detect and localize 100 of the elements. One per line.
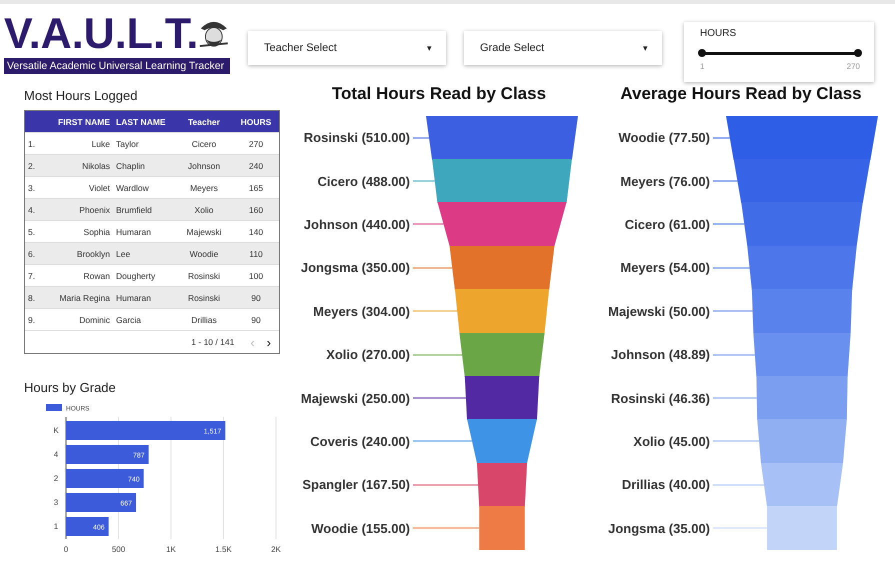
leader-line	[712, 528, 768, 529]
table-cell-text: Woodie	[188, 248, 220, 258]
leader-line	[712, 354, 756, 356]
table-cell-text: 270	[248, 138, 264, 148]
leader-line	[412, 398, 466, 399]
slider-max: 270	[846, 62, 860, 71]
funnel-label: Jongsma (350.00)	[300, 260, 410, 276]
leader-line	[712, 137, 730, 138]
table-cell-text: Dougherty	[115, 270, 156, 280]
table-cell-text: 9.	[27, 314, 36, 324]
axis-tick-label: K	[53, 426, 59, 435]
table-cell-text: Drillias	[190, 314, 218, 324]
table-cell-text: Luke	[90, 138, 111, 148]
funnel-label: Majewski (250.00)	[300, 390, 410, 406]
table-cell-text: Violet	[88, 182, 111, 192]
pagination-text: 1 - 10 / 141	[191, 337, 234, 347]
funnel-label: Drillias (40.00)	[620, 477, 710, 492]
funnel-label: Woodie (77.50)	[617, 130, 710, 146]
table-cell-text: 140	[248, 226, 264, 236]
slider-min: 1	[700, 62, 704, 71]
dropdown-select[interactable]: Teacher Select ▾	[248, 31, 446, 65]
leader-line	[412, 310, 458, 312]
axis-tick-label: 0	[64, 545, 68, 554]
table-cell-text: Johnson	[186, 160, 222, 170]
table-cell-text: Chaplin	[115, 160, 146, 170]
column-header: Teacher	[187, 116, 221, 126]
section-title: Most Hours Logged	[24, 88, 138, 103]
slider-label: HOURS	[700, 28, 738, 39]
table-cell-text: Rosinski	[186, 270, 222, 280]
funnel-label: Johnson (440.00)	[302, 216, 410, 232]
section-title: Hours by Grade	[24, 380, 117, 395]
table-cell-text: 3.	[27, 182, 36, 192]
dropdown-select[interactable]: Grade Select ▾	[464, 31, 662, 65]
leader-line	[412, 180, 436, 182]
funnel-label: Majewski (50.00)	[607, 304, 710, 319]
table-cell-text: 110	[248, 248, 264, 258]
funnel-label: Woodie (155.00)	[310, 520, 410, 536]
table-cell-text: Rowan	[82, 270, 111, 280]
table-cell-text: Sophia	[82, 226, 111, 236]
leader-line	[412, 354, 463, 356]
funnel-label: Coveris (240.00)	[309, 434, 410, 449]
table-cell-text: Humaran	[115, 292, 152, 302]
table-cell-text: 6.	[27, 248, 36, 258]
table-cell-text: Humaran	[115, 226, 152, 236]
funnel-label: Spangler (167.50)	[301, 477, 410, 492]
leader-line	[712, 224, 745, 225]
leader-line	[412, 440, 472, 442]
table-cell-text: 7.	[27, 270, 36, 280]
table-cell-text: Majewski	[186, 226, 222, 236]
axis-tick-label: 500	[112, 545, 126, 554]
table-cell-text: 4.	[27, 204, 36, 214]
table-cell-text: Dominic	[78, 314, 111, 324]
table-cell-text: 90	[250, 314, 262, 324]
leader-line	[712, 310, 754, 312]
axis-tick-label: 4	[54, 450, 58, 459]
table-cell-text: 165	[248, 182, 264, 192]
column-header: HOURS	[240, 116, 272, 126]
next-page-button[interactable]: ›	[266, 336, 271, 348]
leader-line	[412, 137, 430, 138]
bar	[66, 493, 136, 512]
table-cell-text: Wardlow	[115, 182, 150, 192]
leader-line	[712, 267, 750, 268]
axis-tick-label: 1.5K	[215, 545, 232, 554]
leader-line	[412, 484, 479, 486]
table-cell-text: 8.	[27, 292, 36, 302]
leader-line	[712, 398, 758, 399]
leader-line	[412, 224, 444, 225]
leader-line	[712, 440, 760, 442]
table-cell-text: 160	[248, 204, 264, 214]
table-cell-text: Taylor	[115, 138, 140, 148]
axis-tick-label: 2K	[271, 545, 281, 554]
funnel-label: Rosinski (510.00)	[302, 130, 410, 146]
funnel-label: Meyers (76.00)	[619, 174, 710, 189]
funnel-label: Johnson (48.89)	[610, 347, 710, 362]
table-cell-text: Lee	[115, 248, 132, 258]
column-header: FIRST NAME	[57, 116, 111, 126]
chart-title: Total Hours Read by Class	[330, 83, 548, 105]
funnel-label: Meyers (54.00)	[619, 260, 710, 276]
funnel-label: Cicero (488.00)	[316, 174, 410, 189]
axis-tick-label: 3	[54, 498, 58, 507]
logo-title: V.A.U.L.T.	[4, 12, 198, 56]
table-cell-text: Phoenix	[78, 204, 111, 214]
table-cell-text: Meyers	[189, 182, 219, 192]
table-cell-text: 5.	[27, 226, 36, 236]
table-cell-text: Brumfield	[115, 204, 153, 214]
funnel-label: Jongsma (35.00)	[607, 520, 710, 536]
table-cell-text: Maria Regina	[58, 292, 111, 302]
leader-line	[712, 484, 764, 486]
table-cell-text: 1.	[27, 138, 36, 148]
table-cell-text: Xolio	[194, 204, 214, 214]
funnel-label: Cicero (61.00)	[624, 216, 710, 232]
table-cell-text: Nikolas	[81, 160, 111, 170]
table-cell-text: Cicero	[190, 138, 218, 148]
axis-tick-label: 1	[54, 522, 58, 531]
table-cell-text: Brooklyn	[76, 248, 111, 258]
table-cell-text: 2.	[27, 160, 36, 170]
bar	[66, 517, 109, 536]
funnel-label: Meyers (304.00)	[312, 304, 410, 319]
funnel-label: Xolio (45.00)	[632, 434, 710, 449]
table-cell-text: 100	[248, 270, 264, 280]
